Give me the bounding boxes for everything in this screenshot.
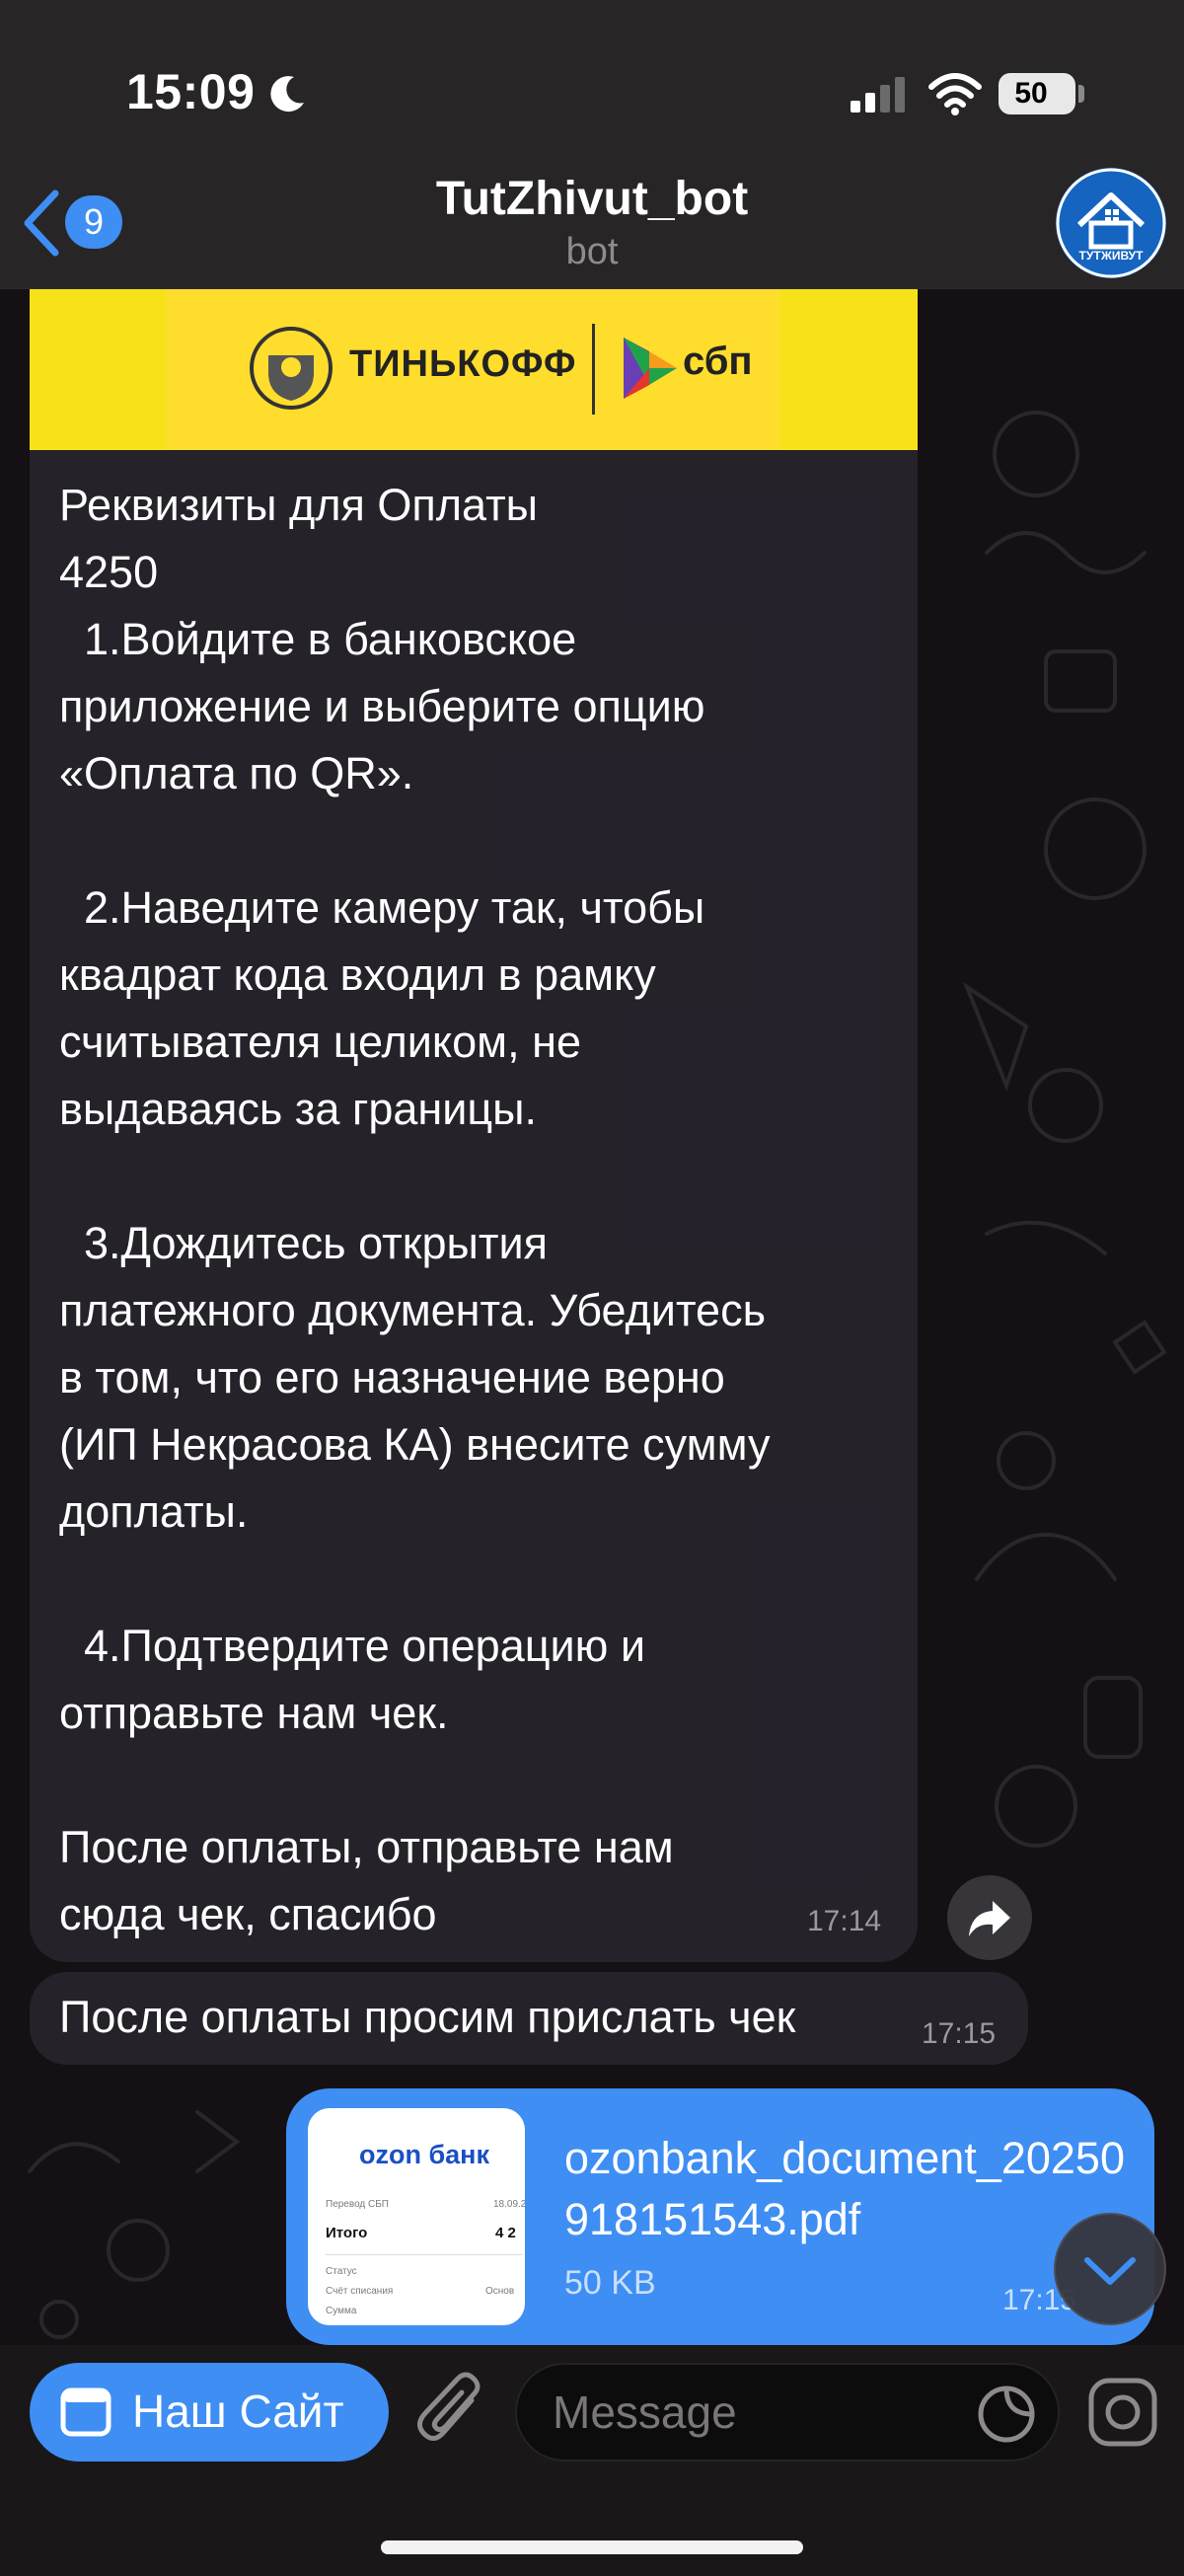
thumb-line: Статус (326, 2266, 357, 2277)
paperclip-icon[interactable] (414, 2371, 489, 2454)
file-thumbnail[interactable]: ozon банк Перевод СБП 18.09.2 Итого 4 2 … (308, 2108, 525, 2325)
avatar-label: ТУТЖИВУТ (1078, 249, 1144, 263)
message-input-bar: Наш Сайт (0, 2345, 1184, 2576)
chat-title[interactable]: TutZhivut_bot (296, 172, 888, 226)
home-indicator (381, 2540, 803, 2554)
bot-avatar[interactable]: ТУТЖИВУТ (1056, 168, 1166, 278)
our-site-button[interactable]: Наш Сайт (30, 2363, 389, 2462)
chat-subtitle: bot (565, 231, 619, 272)
message-time: 17:14 (807, 1905, 882, 1937)
chevron-down-icon (1084, 2257, 1136, 2285)
status-bar: 15:09 50 (0, 0, 1184, 168)
thumb-line: 18.09.2 (493, 2199, 525, 2210)
thumb-line: Счёт списания (326, 2286, 394, 2297)
back-chevron-icon[interactable] (20, 188, 63, 259)
scroll-down-button[interactable] (1054, 2213, 1166, 2325)
sticker-icon[interactable] (977, 2385, 1036, 2444)
moon-icon (270, 76, 304, 113)
share-arrow-icon (969, 1901, 1010, 1936)
forward-button[interactable] (947, 1875, 1032, 1960)
thumb-divider (326, 2254, 523, 2255)
thumb-total-label: Итого (326, 2225, 368, 2241)
thumb-total-value: 4 2 (495, 2225, 516, 2241)
sbp-logo-text: сбп (683, 340, 753, 383)
our-site-label: Наш Сайт (132, 2386, 344, 2437)
message-time: 17:15 (922, 2017, 997, 2050)
file-name[interactable]: ozonbank_document_20250918151543.pdf (564, 2128, 1137, 2250)
battery-level: 50 (1014, 77, 1048, 110)
message-text: После оплаты просим прислать чек (59, 1992, 796, 2042)
battery-indicator: 50 (999, 73, 1075, 114)
unread-count-badge[interactable]: 9 (65, 195, 122, 249)
tinkoff-emblem-icon (250, 327, 333, 410)
thumb-line: Сумма (326, 2306, 357, 2316)
banner-divider (592, 324, 595, 415)
camera-icon[interactable] (1085, 2375, 1160, 2450)
message-bubble-receipt-request[interactable]: После оплаты просим прислать чек 17:15 (30, 1972, 1028, 2065)
battery-tip (1078, 85, 1084, 103)
message-text: Реквизиты для Оплаты 4250 1.Войдите в ба… (59, 480, 771, 1939)
payment-banner-image: ТИНЬКОФФ сбп (30, 288, 918, 450)
ozon-bank-logo: ozon банк (359, 2140, 489, 2169)
thumb-line: Основ (485, 2286, 515, 2297)
message-bubble-file[interactable]: ozon банк Перевод СБП 18.09.2 Итого 4 2 … (286, 2088, 1154, 2345)
file-size: 50 KB (564, 2264, 656, 2302)
sbp-logo-icon (624, 338, 677, 399)
thumb-line: Перевод СБП (326, 2199, 389, 2210)
window-icon (60, 2387, 111, 2437)
wifi-icon (928, 73, 982, 115)
tinkoff-logo-text: ТИНЬКОФФ (349, 343, 577, 385)
status-time: 15:09 (126, 64, 256, 119)
signal-icon (851, 77, 905, 113)
message-bubble-payment-instructions[interactable]: ТИНЬКОФФ сбп Реквизиты для Оплаты 4250 1… (30, 288, 918, 1962)
